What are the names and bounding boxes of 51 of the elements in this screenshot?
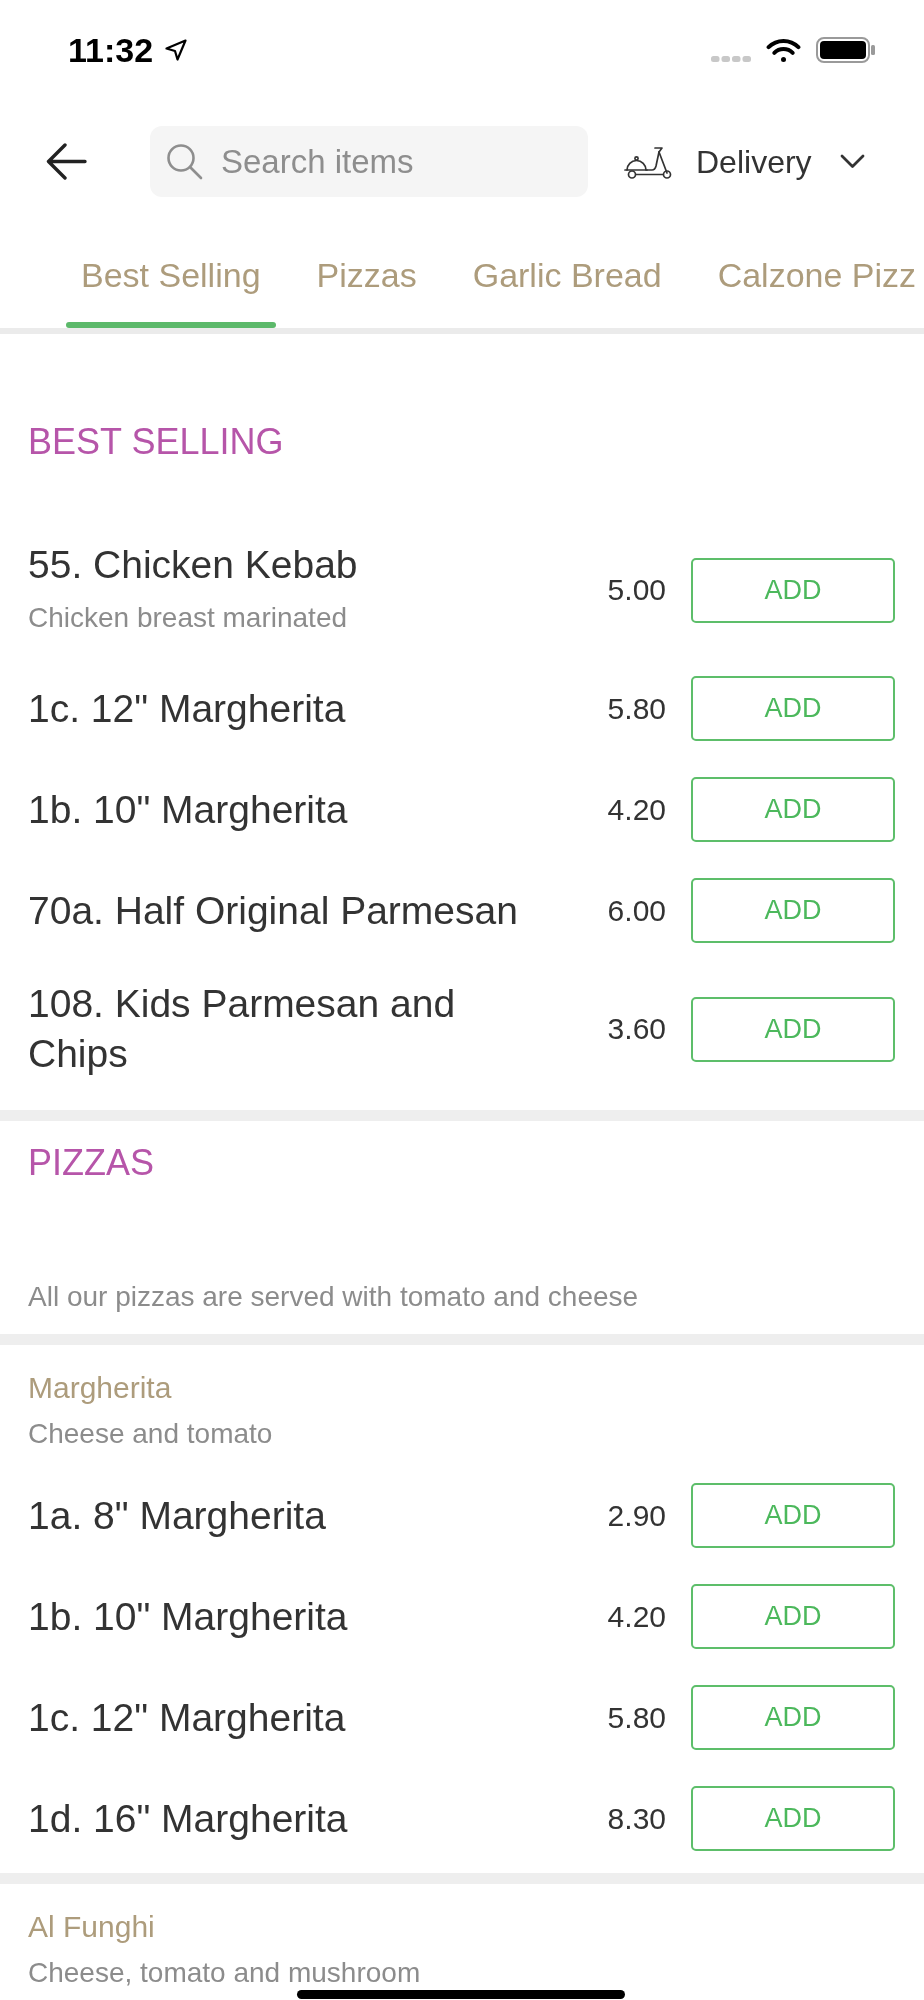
- section-title: PIZZAS: [28, 1145, 156, 1181]
- item-price: 2.90: [607, 1497, 666, 1534]
- back-arrow-icon: [46, 143, 87, 180]
- section-note: All our pizzas are served with tomato and cheese: [28, 1280, 640, 1314]
- add-button[interactable]: ADD: [691, 1483, 895, 1548]
- category-tab[interactable]: Pizzas: [301, 255, 432, 328]
- back-button[interactable]: [46, 143, 87, 180]
- search-icon: [166, 143, 203, 180]
- category-tab[interactable]: Best Selling: [66, 255, 276, 328]
- group-description: Cheese, tomato and mushroom: [28, 1957, 422, 1989]
- item-price: 5.80: [607, 1699, 666, 1736]
- item-name: 108. Kids Parmesan and Chips: [28, 981, 457, 1077]
- group-description: Cheese and tomato: [28, 1418, 274, 1450]
- item-name: 1b. 10" Margherita: [28, 1593, 349, 1640]
- add-button[interactable]: ADD: [691, 878, 895, 943]
- add-button[interactable]: ADD: [691, 1685, 895, 1750]
- category-tab[interactable]: Garlic Bread: [457, 255, 677, 328]
- item-price: 4.20: [607, 791, 666, 828]
- add-button[interactable]: ADD: [691, 1786, 895, 1851]
- item-name: 1c. 12" Margherita: [28, 1694, 347, 1741]
- scooter-icon: [624, 144, 674, 179]
- search-field[interactable]: Search items: [150, 126, 588, 197]
- battery-icon: [816, 37, 875, 63]
- add-button[interactable]: ADD: [691, 557, 895, 623]
- item-name: 1d. 16" Margherita: [28, 1795, 349, 1842]
- item-name: 70a. Half Original Parmesan: [28, 887, 519, 934]
- item-name: 1b. 10" Margherita: [28, 786, 349, 833]
- item-name: 1a. 8" Margherita: [28, 1492, 327, 1539]
- item-price: 4.20: [607, 1598, 666, 1635]
- item-price: 3.60: [607, 1011, 666, 1047]
- section-title: BEST SELLING: [28, 424, 285, 460]
- item-name: 55. Chicken Kebab: [28, 542, 359, 588]
- chevron-down-icon: [839, 154, 865, 169]
- group-title: Al Funghi: [28, 1909, 156, 1945]
- add-button[interactable]: ADD: [691, 676, 895, 741]
- item-price: 6.00: [607, 892, 666, 929]
- location-arrow-icon: [165, 39, 188, 61]
- category-tab[interactable]: Calzone Pizz: [702, 255, 917, 328]
- add-button[interactable]: ADD: [691, 1584, 895, 1649]
- status-time: 11:32: [68, 30, 154, 70]
- item-price: 5.00: [607, 572, 666, 608]
- group-title: Margherita: [28, 1370, 173, 1406]
- item-price: 5.80: [607, 690, 666, 727]
- delivery-selector[interactable]: Delivery: [624, 141, 865, 182]
- item-name: 1c. 12" Margherita: [28, 685, 347, 732]
- item-description: Chicken breast marinated: [28, 601, 349, 635]
- add-button[interactable]: ADD: [691, 777, 895, 842]
- signal-dots-icon: [711, 56, 751, 62]
- item-price: 8.30: [607, 1800, 666, 1837]
- add-button[interactable]: ADD: [691, 996, 895, 1062]
- wifi-icon: [766, 36, 801, 64]
